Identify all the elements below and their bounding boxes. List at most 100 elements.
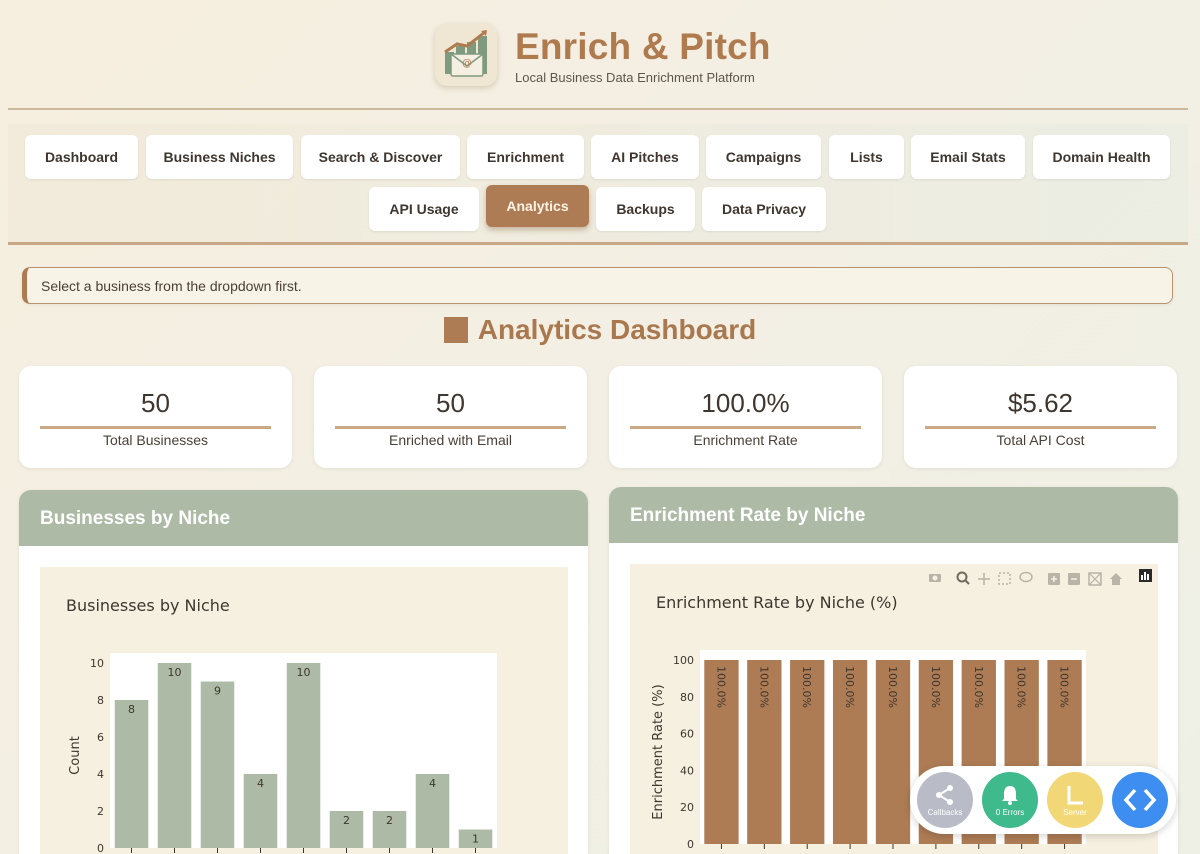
bar[interactable] — [157, 663, 192, 848]
callbacks-label: Callbacks — [927, 807, 963, 817]
alert-message: Select a business from the dropdown firs… — [22, 267, 1173, 304]
tab-ai-pitches[interactable]: AI Pitches — [591, 135, 699, 179]
y-axis-label: Enrichment Rate (%) — [651, 684, 666, 819]
camera-icon[interactable] — [929, 574, 941, 582]
bar-data-label: 100.0% — [972, 666, 985, 708]
businesses-by-niche-chart: Businesses by Niche Count 0 2 4 6 8 10 8 10 9 4 10 2 2… — [66, 596, 497, 854]
stat-card-api-cost: $5.62 Total API Cost — [904, 366, 1177, 468]
stat-divider — [630, 426, 861, 429]
tabs-divider — [8, 242, 1188, 245]
bar-data-label: 100.0% — [1015, 666, 1028, 708]
stat-value: 50 — [436, 388, 465, 418]
callbacks-button[interactable]: Callbacks — [917, 772, 973, 828]
stat-card-enrichment-rate: 100.0% Enrichment Rate — [609, 366, 882, 468]
y-tick-label: 10 — [90, 657, 104, 670]
stat-label: Enrichment Rate — [693, 432, 798, 448]
bar-data-label: 100.0% — [714, 666, 727, 708]
chart-title: Businesses by Niche — [66, 596, 230, 615]
lasso-icon[interactable] — [1019, 571, 1033, 583]
bar[interactable] — [286, 663, 321, 848]
share-icon — [936, 784, 953, 805]
bell-icon — [1002, 785, 1018, 805]
stat-card-total-businesses: 50 Total Businesses — [19, 366, 292, 468]
bar-data-label: 8 — [128, 703, 135, 716]
stat-value: 50 — [141, 388, 170, 418]
server-button[interactable]: Server — [1047, 772, 1103, 828]
stat-value: $5.62 — [1007, 388, 1074, 418]
app-subtitle: Local Business Data Enrichment Platform — [515, 70, 755, 85]
server-icon — [1067, 785, 1083, 804]
y-tick-label: 20 — [680, 801, 694, 814]
stat-divider — [335, 426, 566, 429]
bar-data-label: 100.0% — [843, 666, 856, 708]
y-tick-label: 60 — [680, 728, 694, 741]
bar-data-label: 100.0% — [800, 666, 813, 708]
server-label: Server — [1063, 807, 1087, 817]
panel-title: Enrichment Rate by Niche — [609, 487, 1178, 543]
home-icon[interactable] — [1110, 573, 1122, 585]
y-tick-label: 2 — [97, 805, 104, 818]
y-tick-label: 0 — [97, 842, 104, 854]
bar-data-label: 2 — [386, 814, 393, 827]
bar-data-label: 9 — [214, 685, 221, 698]
y-tick-label: 4 — [97, 768, 104, 781]
stat-label: Total API Cost — [996, 432, 1085, 448]
stat-divider — [925, 426, 1156, 429]
errors-button[interactable]: 0 Errors — [982, 772, 1038, 828]
y-tick-label: 80 — [680, 691, 694, 704]
stat-divider — [40, 426, 271, 429]
bar-data-label: 1 — [472, 833, 479, 846]
panel-title: Businesses by Niche — [19, 490, 588, 546]
bar-data-label: 100.0% — [1058, 666, 1071, 708]
stat-value: 100.0% — [701, 388, 790, 418]
bar[interactable] — [114, 700, 149, 848]
tab-campaigns[interactable]: Campaigns — [706, 135, 821, 179]
square-icon — [443, 317, 468, 343]
stat-label: Total Businesses — [102, 432, 209, 448]
bar[interactable] — [200, 681, 235, 849]
y-tick-label: 0 — [687, 838, 694, 851]
stat-card-enriched-email: 50 Enriched with Email — [314, 366, 587, 468]
bar-data-label: 100.0% — [886, 666, 899, 708]
bar-data-label: 4 — [257, 777, 264, 790]
bar-data-label: 4 — [429, 777, 436, 790]
tab-business-niches[interactable]: Business Niches — [146, 135, 293, 179]
app-logo-icon: @ — [435, 24, 497, 86]
bar-data-label: 10 — [168, 666, 182, 679]
code-icon — [1123, 788, 1157, 812]
bar-data-label: 100.0% — [757, 666, 770, 708]
zoom-out-icon[interactable] — [1068, 573, 1080, 585]
svg-text:@: @ — [462, 58, 472, 69]
tab-search-discover[interactable]: Search & Discover — [301, 135, 460, 179]
tab-backups[interactable]: Backups — [596, 187, 695, 231]
chart-plot-area: Businesses by Niche Count 0 2 4 6 8 10 8 10 9 4 10 2 2… — [40, 567, 568, 854]
plotly-logo-icon[interactable] — [1139, 569, 1152, 582]
tab-dashboard[interactable]: Dashboard — [25, 135, 138, 179]
pan-icon[interactable] — [978, 573, 990, 585]
box-select-icon[interactable] — [998, 572, 1011, 585]
stat-label: Enriched with Email — [389, 432, 512, 448]
tab-domain-health[interactable]: Domain Health — [1033, 135, 1170, 179]
panel-businesses-by-niche: Businesses by Niche Businesses by Niche C… — [19, 490, 588, 854]
code-toggle-button[interactable] — [1112, 772, 1168, 828]
y-tick-label: 100 — [673, 654, 694, 667]
tab-api-usage[interactable]: API Usage — [369, 187, 479, 231]
zoom-icon[interactable] — [956, 571, 970, 585]
bar-data-label: 10 — [297, 666, 311, 679]
tab-analytics[interactable]: Analytics — [486, 185, 589, 227]
tab-email-stats[interactable]: Email Stats — [911, 135, 1025, 179]
y-tick-label: 40 — [680, 764, 694, 777]
y-tick-label: 6 — [97, 731, 104, 744]
chart-title: Enrichment Rate by Niche (%) — [656, 593, 898, 612]
autoscale-icon[interactable] — [1088, 572, 1102, 586]
tab-enrichment[interactable]: Enrichment — [467, 135, 584, 179]
tab-lists[interactable]: Lists — [829, 135, 904, 179]
zoom-in-icon[interactable] — [1048, 573, 1060, 585]
header-divider — [8, 108, 1188, 110]
bar-data-label: 100.0% — [929, 666, 942, 708]
y-axis-label: Count — [68, 736, 83, 775]
errors-label: 0 Errors — [995, 807, 1025, 817]
app-title: Enrich & Pitch — [515, 26, 771, 67]
alert-text: Select a business from the dropdown firs… — [41, 277, 302, 294]
tab-data-privacy[interactable]: Data Privacy — [702, 187, 826, 231]
